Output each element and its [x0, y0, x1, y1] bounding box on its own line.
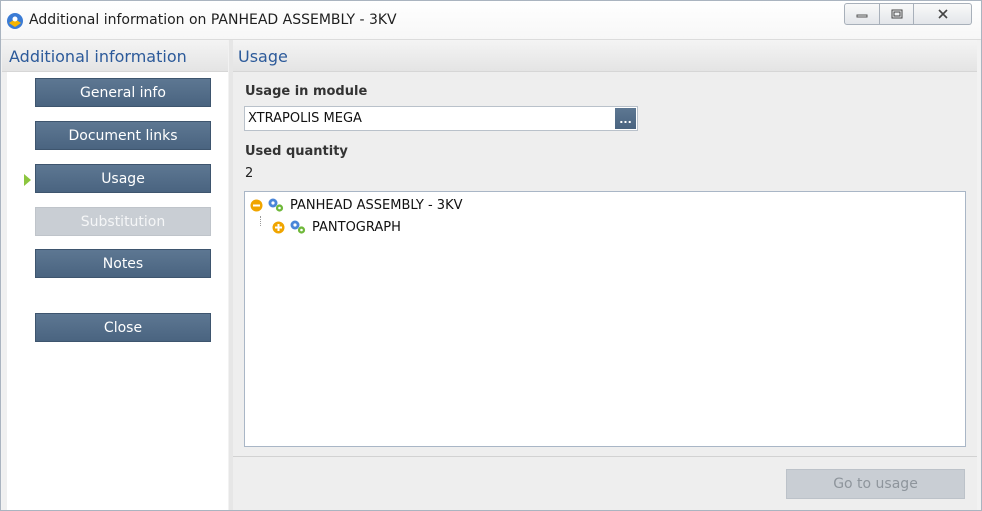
usage-in-module-field[interactable]: XTRAPOLIS MEGA ...	[244, 106, 638, 131]
document-links-button[interactable]: Document links	[35, 121, 211, 150]
navigation-panel: Additional information General info Docu…	[2, 40, 228, 510]
usage-panel: Usage Usage in module XTRAPOLIS MEGA ...…	[233, 40, 977, 510]
maximize-button[interactable]	[880, 3, 914, 25]
used-quantity-label: Used quantity	[245, 144, 348, 159]
app-icon	[7, 13, 23, 29]
close-window-button[interactable]	[914, 3, 972, 25]
used-quantity-value: 2	[245, 166, 254, 181]
window-controls	[844, 3, 972, 25]
minimize-button[interactable]	[844, 3, 880, 25]
browse-module-button[interactable]: ...	[615, 108, 636, 129]
navigation-header-title: Additional information	[9, 47, 187, 66]
navigation-list: General info Document links Usage Substi…	[7, 72, 228, 510]
tree-node-root[interactable]: PANHEAD ASSEMBLY - 3KV	[250, 197, 463, 213]
gears-icon	[268, 198, 284, 212]
close-button[interactable]: Close	[35, 313, 211, 342]
tree-connector-line	[260, 216, 262, 226]
usage-in-module-label: Usage in module	[245, 84, 368, 99]
active-item-arrow-icon	[24, 174, 31, 186]
go-to-usage-button[interactable]: Go to usage	[786, 469, 965, 499]
tree-node-root-label: PANHEAD ASSEMBLY - 3KV	[290, 197, 463, 213]
usage-tree[interactable]: PANHEAD ASSEMBLY - 3KV PANTOGRAPH	[244, 191, 966, 447]
usage-in-module-value: XTRAPOLIS MEGA	[248, 111, 362, 126]
tree-node-child-label: PANTOGRAPH	[312, 219, 401, 235]
close-icon	[937, 9, 948, 19]
notes-button[interactable]: Notes	[35, 249, 211, 278]
general-info-button[interactable]: General info	[35, 78, 211, 107]
title-bar[interactable]: Additional information on PANHEAD ASSEMB…	[1, 1, 981, 40]
usage-header-title: Usage	[238, 47, 288, 66]
expand-icon[interactable]	[272, 221, 285, 234]
footer-divider	[233, 456, 977, 457]
gears-icon	[290, 220, 306, 234]
window-title: Additional information on PANHEAD ASSEMB…	[29, 12, 397, 28]
usage-header: Usage	[233, 40, 977, 72]
usage-button[interactable]: Usage	[35, 164, 211, 193]
maximize-icon	[891, 9, 902, 19]
minimize-icon	[856, 14, 868, 18]
substitution-button[interactable]: Substitution	[35, 207, 211, 236]
tree-node-child[interactable]: PANTOGRAPH	[272, 219, 401, 235]
collapse-icon[interactable]	[250, 199, 263, 212]
dialog-window: Additional information on PANHEAD ASSEMB…	[0, 0, 982, 511]
navigation-header: Additional information	[2, 40, 228, 72]
